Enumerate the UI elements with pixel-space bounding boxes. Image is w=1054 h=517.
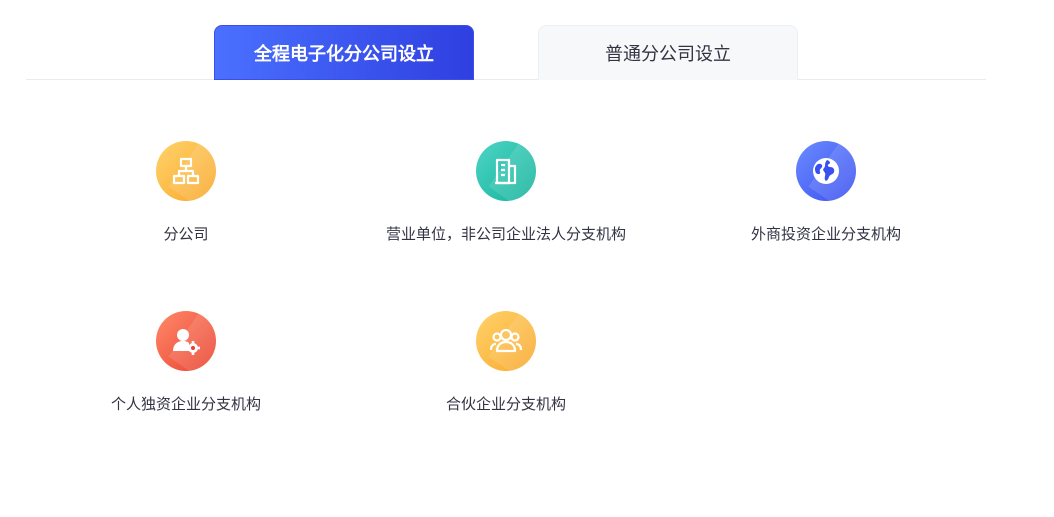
group-icon [476, 311, 536, 371]
person-gear-icon [156, 311, 216, 371]
page: 全程电子化分公司设立 普通分公司设立 分公司 营业单位，非公司企业法人分支机构 … [0, 0, 1054, 517]
tab-normal-branch[interactable]: 普通分公司设立 [538, 25, 798, 80]
tab-electronic-branch[interactable]: 全程电子化分公司设立 [214, 25, 474, 80]
option-label: 分公司 [163, 226, 209, 243]
org-chart-icon [156, 141, 216, 201]
option-partnership-branch[interactable]: 合伙企业分支机构 [356, 311, 656, 414]
tabs-divider [26, 79, 986, 80]
option-label: 外商投资企业分支机构 [750, 226, 901, 243]
building-icon [476, 141, 536, 201]
option-branch-company[interactable]: 分公司 [36, 141, 336, 244]
option-label: 营业单位，非公司企业法人分支机构 [385, 226, 626, 243]
option-foreign-branch[interactable]: 外商投资企业分支机构 [676, 141, 976, 244]
option-label: 个人独资企业分支机构 [110, 396, 261, 413]
option-business-unit[interactable]: 营业单位，非公司企业法人分支机构 [356, 141, 656, 244]
option-label: 合伙企业分支机构 [445, 396, 566, 413]
tab-label: 普通分公司设立 [605, 44, 731, 64]
option-sole-proprietorship[interactable]: 个人独资企业分支机构 [36, 311, 336, 414]
tab-label: 全程电子化分公司设立 [254, 43, 434, 64]
globe-icon [796, 141, 856, 201]
